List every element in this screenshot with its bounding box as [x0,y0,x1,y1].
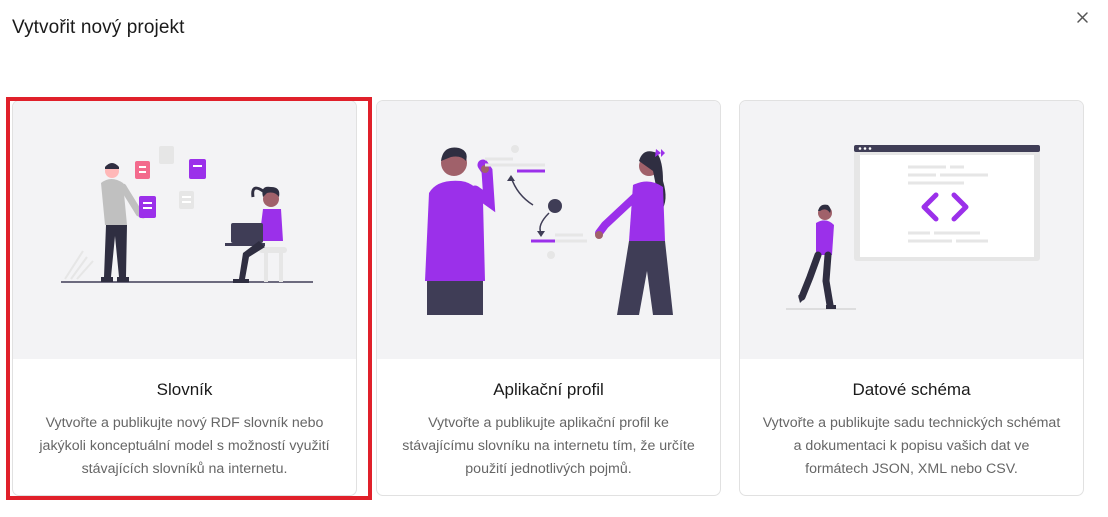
vocabulary-illustration [13,101,356,359]
card-description: Vytvořte a publikujte sadu technických s… [762,415,1061,477]
project-card-data-schema[interactable]: Datové schéma Vytvořte a publikujte sadu… [739,100,1084,496]
card-description: Vytvořte a publikujte aplikační profil k… [402,415,695,477]
application-profile-illustration [377,101,720,359]
close-icon [1077,12,1088,23]
card-title: Aplikační profil [493,380,604,399]
card-title: Datové schéma [852,380,971,399]
dialog-title: Vytvořit nový projekt [12,17,185,38]
project-card-application-profile[interactable]: Aplikační profil Vytvořte a publikujte a… [376,100,721,496]
card-title: Slovník [156,380,213,399]
data-schema-illustration [740,101,1083,359]
project-card-vocabulary[interactable]: Slovník Vytvořte a publikujte nový RDF s… [12,100,357,496]
close-button[interactable] [1074,9,1092,27]
card-description: Vytvořte a publikujte nový RDF slovník n… [39,415,330,477]
